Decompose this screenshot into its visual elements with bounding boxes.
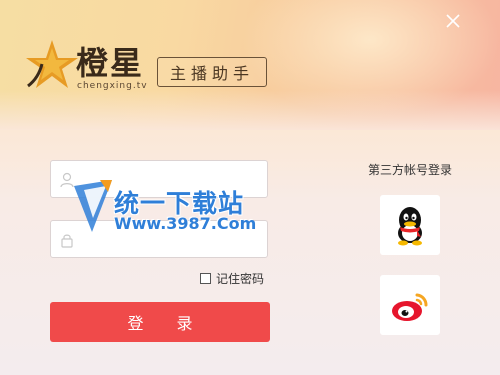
password-input[interactable] (83, 229, 263, 253)
weibo-login-button[interactable] (380, 275, 440, 335)
login-window: 橙星 chengxing.tv 主播助手 记住密码 登 录 第三方帐号登录 统一… (0, 0, 500, 375)
username-input[interactable] (83, 169, 263, 193)
password-field[interactable] (50, 220, 268, 258)
star-logo-icon (22, 38, 82, 94)
login-button[interactable]: 登 录 (50, 302, 270, 342)
lock-icon (61, 234, 73, 248)
qq-icon (398, 207, 422, 246)
brand-subtitle: chengxing.tv (77, 81, 148, 91)
weibo-icon (392, 293, 428, 321)
close-icon (446, 14, 460, 28)
remember-checkbox[interactable] (200, 273, 211, 284)
remember-password-toggle[interactable]: 记住密码 (200, 270, 264, 287)
third-party-title: 第三方帐号登录 (367, 163, 452, 177)
app-tag: 主播助手 (157, 57, 267, 87)
username-field[interactable] (50, 160, 268, 198)
close-button[interactable] (444, 12, 462, 30)
user-icon (60, 172, 74, 188)
qq-login-button[interactable] (380, 195, 440, 255)
brand-title: 橙星 (76, 44, 145, 82)
remember-label: 记住密码 (216, 272, 265, 286)
